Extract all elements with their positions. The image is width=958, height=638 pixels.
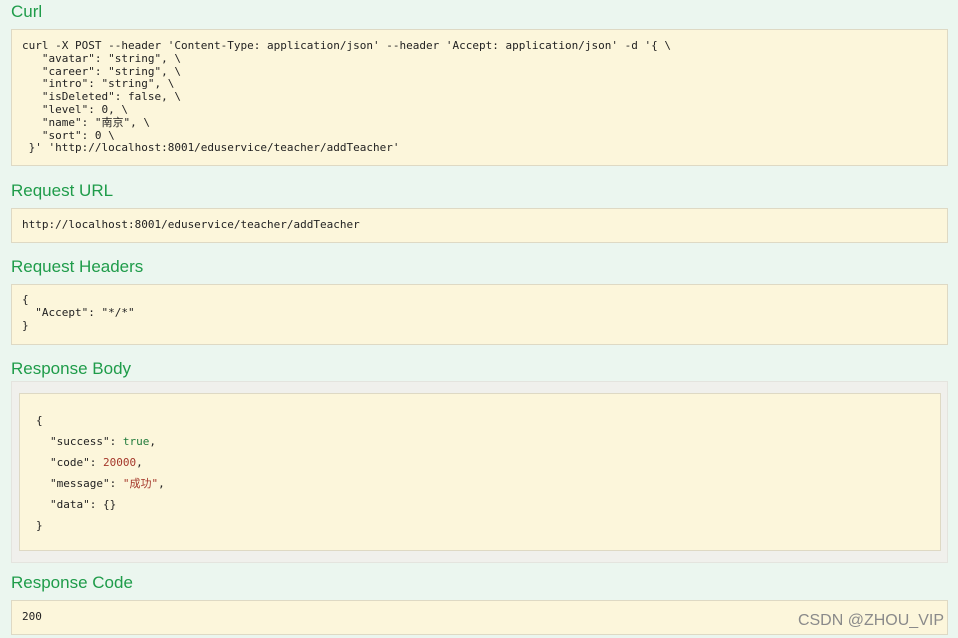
json-key: "message"	[50, 477, 110, 490]
json-separator: ,	[149, 435, 156, 448]
json-open-brace: {	[36, 414, 43, 427]
json-field-code: "code": 20000,	[50, 456, 143, 469]
curl-command-line: "level": 0, \	[22, 102, 128, 116]
watermark: CSDN @ZHOU_VIP	[797, 612, 944, 629]
json-field-data: "data": {}	[50, 498, 117, 511]
response-body-heading: Response Body	[11, 359, 132, 378]
json-separator: ,	[158, 477, 165, 490]
response-body-container: { "success": true, "code": 20000, "messa…	[11, 381, 948, 563]
request-url-panel[interactable]: http://localhost:8001/eduservice/teacher…	[11, 208, 948, 243]
request-headers-heading: Request Headers	[11, 257, 144, 276]
request-headers-line: "Accept": "*/*"	[22, 305, 135, 319]
request-url-heading: Request URL	[11, 181, 114, 200]
request-headers-line: {	[22, 293, 29, 306]
curl-command-line: "name": "南京", \	[22, 115, 150, 129]
curl-command-line: "avatar": "string", \	[22, 51, 181, 65]
json-value-number: 20000	[103, 456, 137, 469]
request-headers-panel[interactable]: { "Accept": "*/*" }	[11, 284, 948, 345]
json-key: "success"	[50, 435, 110, 448]
json-value-string: "成功"	[122, 477, 159, 490]
json-field-success: "success": true,	[50, 435, 156, 448]
curl-heading: Curl	[11, 2, 43, 21]
json-close-brace: }	[36, 519, 43, 532]
json-key: "code"	[50, 456, 90, 469]
json-value-object: {}	[103, 498, 117, 511]
request-url-value: http://localhost:8001/eduservice/teacher…	[22, 218, 360, 231]
response-code-heading: Response Code	[11, 573, 133, 592]
json-separator: ,	[136, 456, 143, 469]
curl-command-line: }' 'http://localhost:8001/eduservice/tea…	[22, 141, 400, 155]
json-value-bool: true	[122, 435, 150, 448]
curl-command-line: "isDeleted": false, \	[22, 90, 181, 104]
curl-command-line: curl -X POST --header 'Content-Type: app…	[22, 39, 672, 52]
json-key: "data"	[50, 498, 90, 511]
curl-command-panel[interactable]: curl -X POST --header 'Content-Type: app…	[11, 29, 948, 166]
request-headers-line: }	[22, 318, 29, 332]
response-body-panel[interactable]: { "success": true, "code": 20000, "messa…	[19, 393, 941, 551]
json-field-message: "message": "成功",	[50, 477, 165, 490]
